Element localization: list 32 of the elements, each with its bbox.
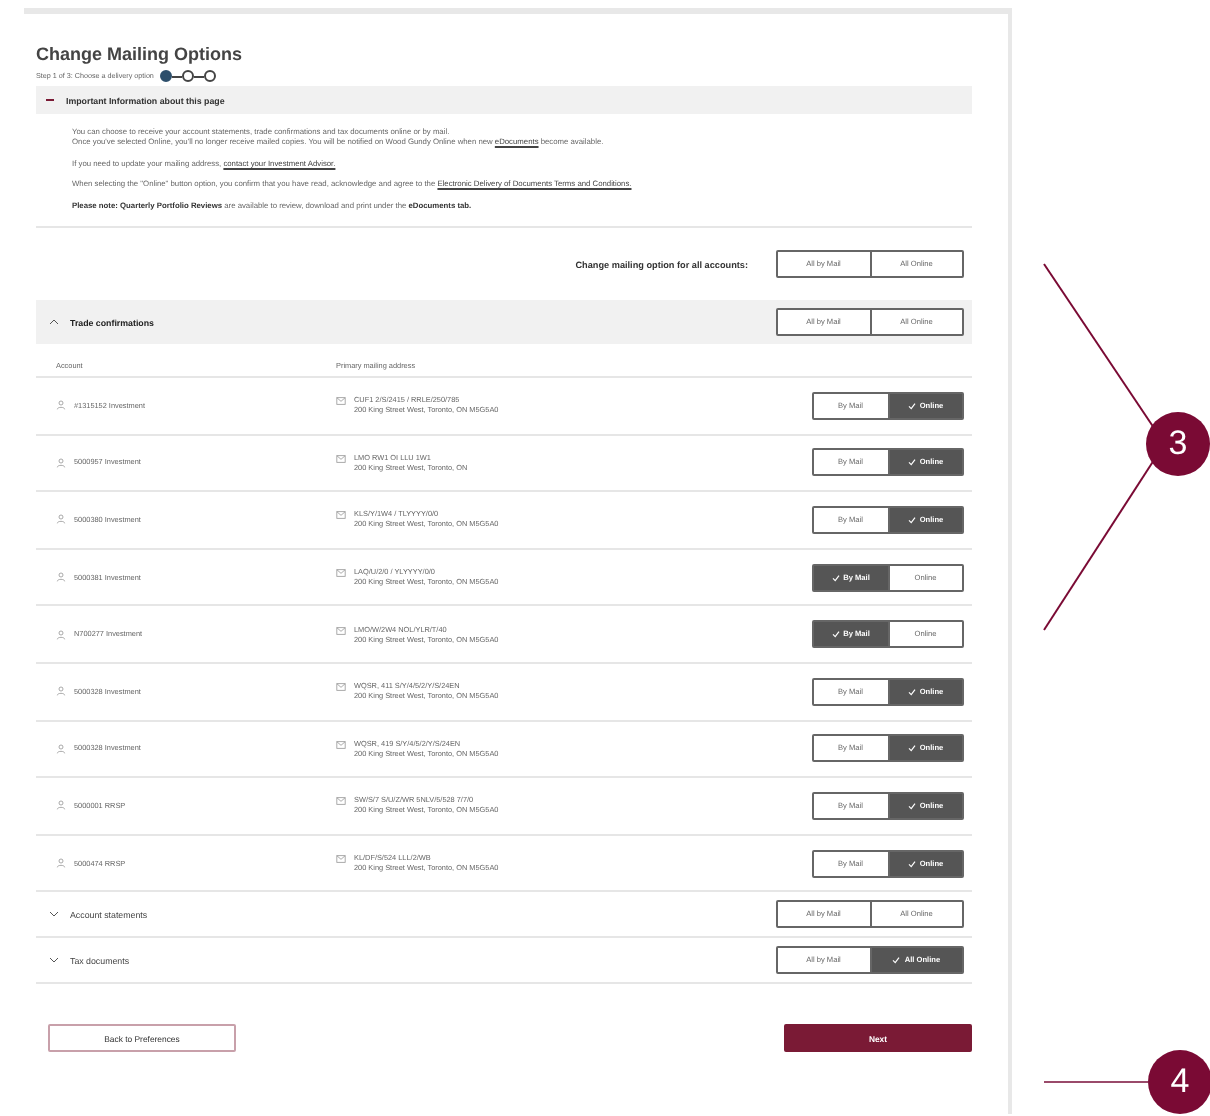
check-icon	[907, 859, 916, 868]
person-icon	[56, 572, 66, 583]
check-icon	[907, 515, 916, 524]
person-icon	[56, 629, 66, 640]
envelope-icon	[336, 854, 346, 865]
envelope-icon	[336, 796, 346, 807]
envelope-icon	[336, 682, 346, 693]
person-icon	[56, 686, 66, 697]
check-icon	[907, 458, 916, 467]
person-icon	[56, 457, 66, 468]
envelope-icon	[336, 739, 346, 750]
check-icon	[907, 801, 916, 810]
check-icon	[907, 744, 916, 753]
check-icon	[907, 401, 916, 410]
check-icon	[831, 630, 840, 639]
check-icon	[831, 573, 840, 582]
envelope-icon	[336, 396, 346, 407]
callout-badge: 4	[1148, 1050, 1210, 1114]
person-icon	[56, 514, 66, 525]
person-icon	[56, 858, 66, 869]
envelope-icon	[336, 510, 346, 521]
person-icon	[56, 400, 66, 411]
person-icon	[56, 743, 66, 754]
callout-badge: 3	[1146, 412, 1210, 476]
check-icon	[892, 956, 901, 965]
person-icon	[56, 800, 66, 811]
envelope-icon	[336, 453, 346, 464]
envelope-icon	[336, 568, 346, 579]
check-icon	[907, 687, 916, 696]
envelope-icon	[336, 625, 346, 636]
page-title: Change Mailing Options	[36, 44, 244, 64]
leader-line	[1043, 1081, 1149, 1083]
